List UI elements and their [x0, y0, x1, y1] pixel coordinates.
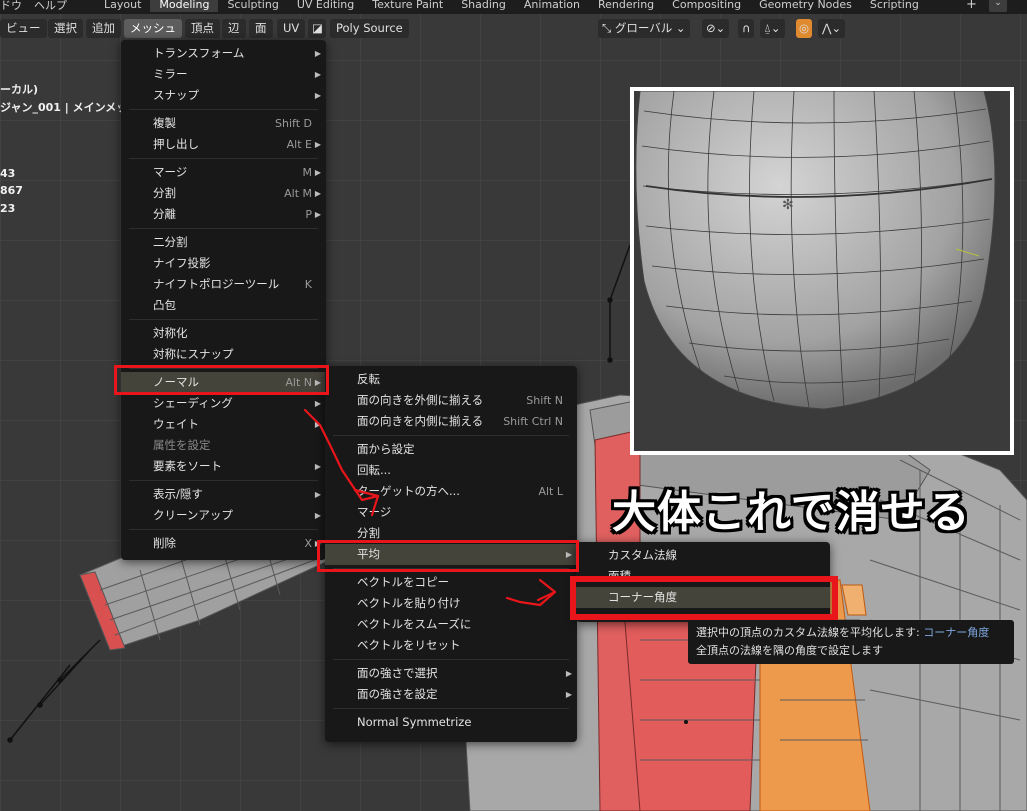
annotation-caption: 大体これで消せる: [612, 487, 971, 538]
arrow-to-corner-angle-head: [536, 578, 557, 602]
3d-viewport[interactable]: ドウ ヘルプ Layout Modeling Sculpting UV Edit…: [0, 0, 1027, 811]
arrow-to-corner-angle: [505, 590, 557, 607]
annotation-arrows: [303, 408, 557, 607]
arrow-to-average: [303, 408, 380, 502]
